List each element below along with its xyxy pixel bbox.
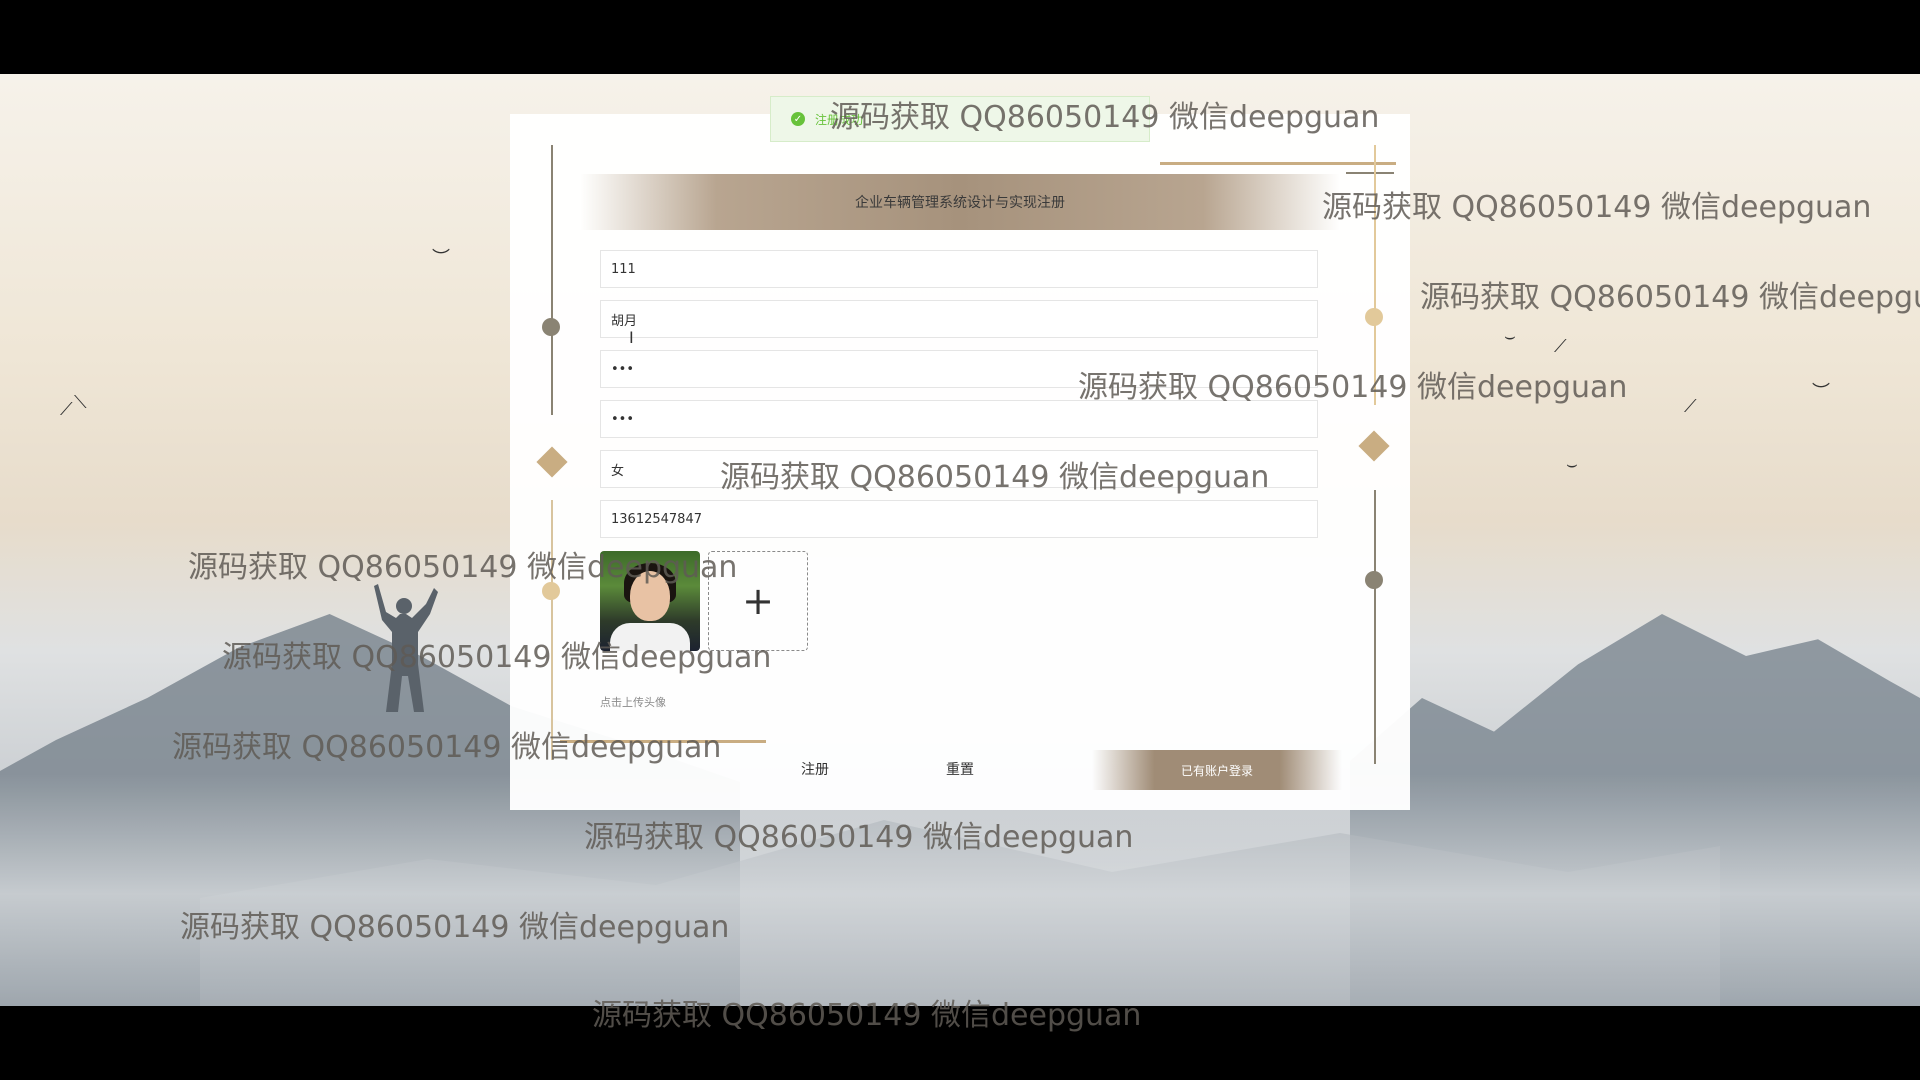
- check-circle-icon: ✓: [791, 112, 805, 126]
- bird-icon: ⌣: [1566, 454, 1578, 475]
- register-button[interactable]: 注册: [780, 750, 850, 788]
- bird-icon: ︶: [432, 248, 450, 269]
- frame-dot-left: [542, 318, 560, 336]
- watermark: 源码获取 QQ86050149 微信deepguan: [592, 998, 1142, 1033]
- bird-icon: ⟋: [1554, 336, 1567, 357]
- frame-dot-right: [1365, 571, 1383, 589]
- watermark: 源码获取 QQ86050149 微信deepguan: [180, 910, 730, 945]
- text-cursor-icon: I: [629, 328, 634, 347]
- watermark: 源码获取 QQ86050149 微信deepguan: [584, 820, 1134, 855]
- watermark: 源码获取 QQ86050149 微信deepguan: [222, 640, 772, 675]
- watermark: 源码获取 QQ86050149 微信deepguan: [1078, 370, 1628, 405]
- watermark: 源码获取 QQ86050149 微信deepguan: [1420, 280, 1920, 315]
- bird-icon: ︶: [1812, 382, 1830, 403]
- watermark: 源码获取 QQ86050149 微信deepguan: [188, 550, 738, 585]
- frame-dot-right-gold: [1365, 308, 1383, 326]
- watermark: 源码获取 QQ86050149 微信deepguan: [172, 730, 722, 765]
- frame-line-right-bottom: [1374, 490, 1376, 764]
- login-link-button[interactable]: 已有账户登录: [1092, 750, 1342, 790]
- phone-input[interactable]: 13612547847: [600, 500, 1318, 538]
- watermark: 源码获取 QQ86050149 微信deepguan: [830, 100, 1380, 135]
- reset-button[interactable]: 重置: [925, 750, 995, 788]
- bird-icon: ⟋: [1684, 396, 1697, 417]
- frame-line-left-top: [551, 145, 553, 415]
- form-title: 企业车辆管理系统设计与实现注册: [580, 174, 1340, 230]
- name-input[interactable]: 胡月: [600, 300, 1318, 338]
- frame-line-top-right: [1160, 162, 1396, 165]
- bird-icon: ⟋: [60, 399, 73, 420]
- frame-line-left-bottom: [551, 500, 553, 760]
- watermark: 源码获取 QQ86050149 微信deepguan: [720, 460, 1270, 495]
- watermark: 源码获取 QQ86050149 微信deepguan: [1322, 190, 1872, 225]
- account-input[interactable]: 111: [600, 250, 1318, 288]
- letterbox-top: [0, 0, 1920, 74]
- upload-hint: 点击上传头像: [600, 696, 666, 709]
- frame-line-top-right-short: [1346, 172, 1394, 174]
- plus-icon: +: [742, 579, 774, 623]
- bird-icon: ⟍: [74, 392, 87, 413]
- bird-icon: ⌣: [1504, 326, 1516, 347]
